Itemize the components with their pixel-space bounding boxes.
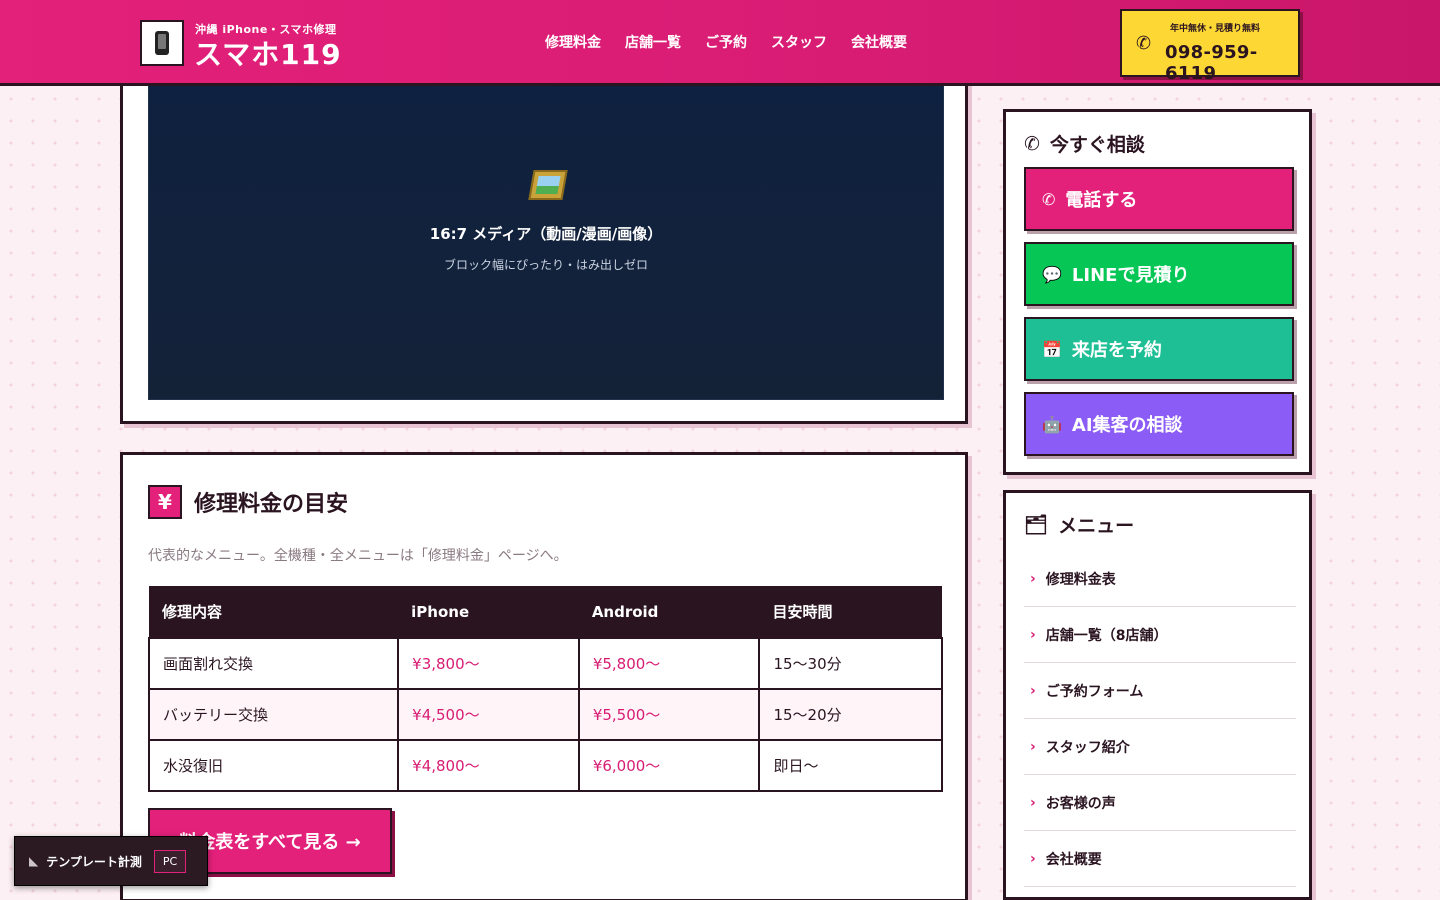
section-title: 修理料金の目安 [194,492,349,517]
chevron-right-icon: › [1030,682,1036,699]
iphone-price-cell: ¥4,800〜 [397,739,580,792]
column-header: iPhone [398,586,579,638]
table-row: バッテリー交換 ¥4,500〜 ¥5,500〜 15〜20分 [147,688,943,741]
menu-item-stores[interactable]: › 店舗一覧（8店舗） [1024,607,1296,663]
chevron-right-icon: › [1030,738,1036,755]
menu-item-label: ご予約フォーム [1045,683,1144,700]
ruler-triangle-icon: ◣ [29,854,39,868]
calendar-icon: 📅 [1042,339,1062,359]
repair-name-cell: バッテリー交換 [147,688,400,741]
table-row: 画面割れ交換 ¥3,800〜 ¥5,800〜 15〜30分 [147,637,943,690]
column-header: Android [578,586,760,638]
chevron-right-icon: › [1030,794,1036,811]
phone-cta-button[interactable]: 年中無休・見積り無料 ✆ 098-959-6119 [1120,9,1300,84]
media-title: 16:7 メディア（動画/漫画/画像） [429,225,663,243]
robot-icon: 🤖 [1042,414,1062,434]
call-button-label: 電話する [1065,190,1138,211]
repair-name-cell: 画面割れ交換 [147,637,400,690]
media-card: 16:7 メディア（動画/漫画/画像） ブロック幅にぴったり・はみ出しゼロ [120,60,968,424]
yen-icon: ¥ [148,485,182,519]
chevron-right-icon: › [1030,626,1036,643]
nav-link-company[interactable]: 会社概要 [851,32,907,52]
menu-item-pricing[interactable]: › 修理料金表 [1024,551,1296,607]
menu-heading: 🗂 メニュー [1024,511,1134,538]
iphone-price-cell: ¥4,500〜 [397,688,580,741]
reserve-button-label: 来店を予約 [1071,340,1162,361]
section-heading: ¥ 修理料金の目安 [148,485,348,519]
site-header: 沖縄 iPhone・スマホ修理 スマホ119 修理料金 店舗一覧 ご予約 スタッ… [0,0,1440,86]
time-cell: 15〜20分 [758,688,943,741]
consult-title: 今すぐ相談 [1049,134,1145,156]
menu-title: メニュー [1058,515,1135,537]
line-estimate-button[interactable]: 💬 LINEで見積り [1024,242,1294,306]
section-description: 代表的なメニュー。全機種・全メニューは「修理料金」ページへ。 [148,548,568,564]
reserve-visit-button[interactable]: 📅 来店を予約 [1024,317,1294,381]
phone-icon: ✆ [1136,33,1152,54]
ai-button-label: AI集客の相談 [1071,415,1183,436]
menu-item-reservation[interactable]: › ご予約フォーム [1024,663,1296,719]
media-placeholder: 16:7 メディア（動画/漫画/画像） ブロック幅にぴったり・はみ出しゼロ [148,83,944,400]
device-mode-toggle[interactable]: PC [153,849,187,873]
menu-item-label: 会社概要 [1045,851,1102,868]
measure-label: テンプレート計測 [46,854,142,869]
menu-item-staff[interactable]: › スタッフ紹介 [1024,719,1296,775]
consult-heading: ✆ 今すぐ相談 [1024,130,1145,157]
folder-icon: 🗂 [1024,514,1049,536]
logo-title[interactable]: スマホ119 [194,33,342,73]
logo-phone-icon[interactable] [140,20,184,66]
line-button-label: LINEで見積り [1071,265,1190,286]
table-header-row: 修理内容 iPhone Android 目安時間 [149,586,942,638]
menu-item-label: 修理料金表 [1045,571,1116,588]
speech-bubble-icon: 💬 [1042,264,1062,284]
menu-item-label: 店舗一覧（8店舗） [1045,627,1168,644]
ai-consult-button[interactable]: 🤖 AI集客の相談 [1024,392,1294,456]
framed-picture-icon [528,170,568,200]
consult-widget: ✆ 今すぐ相談 ✆ 電話する 💬 LINEで見積り 📅 来店を予約 🤖 AI集客… [1003,109,1312,475]
menu-item-reviews[interactable]: › お客様の声 [1024,775,1296,831]
menu-item-company[interactable]: › 会社概要 [1024,831,1296,887]
column-header: 目安時間 [759,586,942,638]
menu-list: › 修理料金表 › 店舗一覧（8店舗） › ご予約フォーム › スタッフ紹介 › お客様の… [1024,551,1296,887]
chevron-right-icon: › [1030,850,1036,867]
phone-icon: ✆ [1024,132,1040,155]
menu-item-label: スタッフ紹介 [1045,739,1130,756]
time-cell: 15〜30分 [758,637,943,690]
time-cell: 即日〜 [758,739,943,792]
android-price-cell: ¥6,000〜 [577,739,761,792]
column-header: 修理内容 [149,586,399,638]
nav-link-stores[interactable]: 店舗一覧 [625,32,681,52]
nav-link-staff[interactable]: スタッフ [771,32,827,52]
menu-item-label: お客様の声 [1045,795,1116,812]
template-measure-badge[interactable]: ◣ テンプレート計測 PC [14,836,208,886]
table-row: 水没復旧 ¥4,800〜 ¥6,000〜 即日〜 [147,739,943,792]
price-table: 修理内容 iPhone Android 目安時間 画面割れ交換 ¥3,800〜 … [147,586,943,792]
price-card: ¥ 修理料金の目安 代表的なメニュー。全機種・全メニューは「修理料金」ページへ。… [120,452,968,900]
media-subtitle: ブロック幅にぴったり・はみ出しゼロ [443,258,648,272]
call-button[interactable]: ✆ 電話する [1024,167,1294,231]
main-nav: 修理料金 店舗一覧 ご予約 スタッフ 会社概要 [545,32,907,52]
cta-phone-number: 098-959-6119 [1165,42,1258,84]
nav-link-reservation[interactable]: ご予約 [705,32,747,52]
android-price-cell: ¥5,500〜 [577,688,761,741]
phone-icon: ✆ [1042,189,1056,209]
menu-widget: 🗂 メニュー › 修理料金表 › 店舗一覧（8店舗） › ご予約フォーム › スタッフ紹… [1003,490,1312,900]
chevron-right-icon: › [1030,570,1036,587]
iphone-price-cell: ¥3,800〜 [397,637,580,690]
nav-link-pricing[interactable]: 修理料金 [545,32,601,52]
repair-name-cell: 水没復旧 [147,739,400,792]
android-price-cell: ¥5,800〜 [577,637,761,690]
